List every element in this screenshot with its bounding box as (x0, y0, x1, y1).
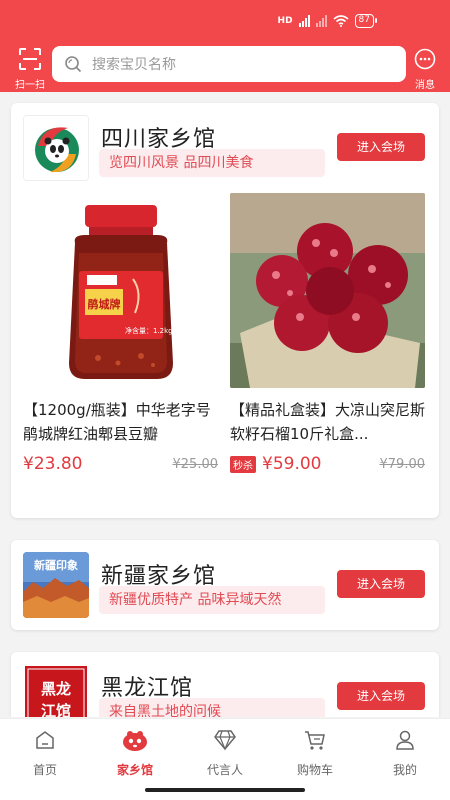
flash-sale-badge: 秒杀 (230, 455, 256, 473)
diamond-icon (214, 730, 236, 751)
sichuan-panda-logo (23, 115, 89, 181)
scan-icon (19, 48, 41, 70)
message-button[interactable]: 消息 (410, 48, 440, 91)
jar-brand-text: 鹃城牌 (88, 297, 121, 311)
hall-card-xinjiang: 新疆印象 新疆家乡馆 新疆优质特产 品味异域天然 进入会场 (11, 540, 439, 630)
product-image[interactable]: 鹃城牌 净含量：1.2kg (23, 193, 218, 388)
hall-tagline: 览四川风景 品四川美食 (99, 149, 325, 177)
product-price: ¥23.80 (23, 454, 83, 474)
search-icon (65, 56, 82, 73)
user-icon (396, 730, 414, 750)
scan-button[interactable]: 扫一扫 (10, 48, 50, 91)
xinjiang-landscape-logo: 新疆印象 (23, 552, 89, 618)
hall-list: 四川家乡馆 览四川风景 品四川美食 进入会场 鹃城牌 净含量：1.2kg 【12… (0, 92, 450, 717)
price-row: ¥23.80 ¥25.00 (23, 452, 218, 476)
heilongjiang-logo-text-top: 黑龙 (41, 680, 71, 698)
top-header: HD 87 扫一扫 搜索宝贝名称 消息 (0, 0, 450, 92)
status-bar: HD 87 (277, 14, 378, 28)
tab-label: 首页 (32, 763, 57, 777)
price-row: 秒杀 ¥59.00 ¥79.00 (230, 452, 425, 476)
heilongjiang-seal-logo: 黑龙 江馆 (23, 664, 89, 717)
message-label: 消息 (415, 80, 435, 91)
tab-label: 代言人 (206, 763, 243, 777)
tab-spokesperson[interactable]: 代言人 (180, 727, 270, 778)
product-card[interactable]: 鹃城牌 净含量：1.2kg 【1200g/瓶装】中华老字号 鹃城牌红油郫县豆瓣 … (23, 193, 218, 476)
scan-label: 扫一扫 (15, 80, 45, 91)
hd-indicator: HD (277, 16, 293, 26)
product-title[interactable]: 【精品礼盒装】大凉山突尼斯软籽石榴10斤礼盒... (230, 398, 425, 446)
heilongjiang-logo-text-bottom: 江馆 (41, 702, 71, 717)
hall-card-sichuan: 四川家乡馆 览四川风景 品四川美食 进入会场 鹃城牌 净含量：1.2kg 【12… (11, 103, 439, 518)
xinjiang-logo-text: 新疆印象 (34, 558, 78, 572)
tab-label: 我的 (392, 763, 417, 777)
tab-label: 购物车 (296, 763, 333, 777)
hall-card-heilongjiang: 黑龙 江馆 黑龙江馆 来自黑土地的问候 进入会场 (11, 652, 439, 717)
tab-home[interactable]: 首页 (0, 727, 90, 778)
pomegranate-photo-image (230, 193, 425, 388)
search-input[interactable]: 搜索宝贝名称 (92, 54, 176, 74)
tab-hometown[interactable]: 家乡馆 (90, 727, 180, 778)
chili-bean-paste-jar-image: 鹃城牌 净含量：1.2kg (23, 193, 218, 388)
hometown-icon (123, 731, 147, 751)
enter-venue-button[interactable]: 进入会场 (337, 570, 425, 598)
wifi-icon (333, 15, 349, 27)
search-bar[interactable]: 搜索宝贝名称 (52, 46, 406, 82)
hall-tagline: 新疆优质特产 品味异域天然 (99, 586, 325, 614)
home-indicator[interactable] (145, 788, 305, 792)
original-price: ¥25.00 (172, 456, 219, 472)
tab-profile[interactable]: 我的 (360, 727, 450, 778)
enter-venue-button[interactable]: 进入会场 (337, 133, 425, 161)
hall-tagline: 来自黑土地的问候 (99, 698, 325, 717)
battery-indicator: 87 (354, 14, 378, 28)
product-card[interactable]: 【精品礼盒装】大凉山突尼斯软籽石榴10斤礼盒... 秒杀 ¥59.00 ¥79.… (230, 193, 425, 476)
original-price: ¥79.00 (379, 456, 426, 472)
enter-venue-button[interactable]: 进入会场 (337, 682, 425, 710)
signal-icon (298, 15, 310, 27)
cart-icon (305, 731, 325, 750)
jar-weight-text: 净含量：1.2kg (125, 326, 173, 335)
tab-cart[interactable]: 购物车 (270, 727, 360, 778)
product-title[interactable]: 【1200g/瓶装】中华老字号 鹃城牌红油郫县豆瓣 (23, 398, 218, 446)
message-icon (414, 48, 436, 70)
product-image[interactable] (230, 193, 425, 388)
product-price: ¥59.00 (262, 454, 322, 474)
home-icon (36, 731, 54, 749)
signal-icon-secondary (315, 15, 327, 27)
tab-label: 家乡馆 (116, 763, 153, 777)
